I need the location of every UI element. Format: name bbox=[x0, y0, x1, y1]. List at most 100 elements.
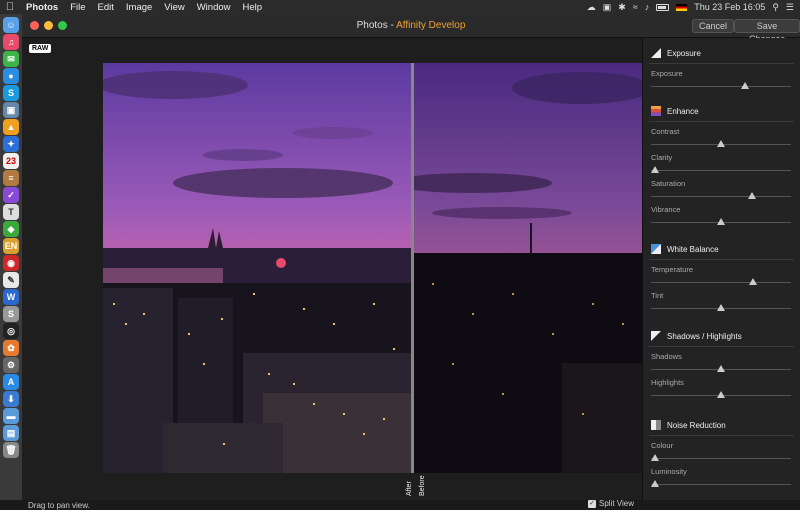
menu-edit[interactable]: Edit bbox=[92, 2, 120, 13]
display-icon[interactable]: ▣ bbox=[603, 2, 612, 13]
slider-thumb[interactable] bbox=[651, 480, 659, 487]
photos-window: Photos - Affinity Develop Cancel Save Ch… bbox=[22, 14, 800, 510]
save-changes-button[interactable]: Save Changes bbox=[734, 19, 800, 44]
split-labels: After Before bbox=[402, 460, 428, 500]
menu-app-name[interactable]: Photos bbox=[20, 2, 64, 13]
section-shadows-highlights[interactable]: Shadows / Highlights bbox=[651, 331, 742, 341]
cancel-button[interactable]: Cancel bbox=[692, 19, 735, 33]
vlc-dock-icon[interactable]: ▲ bbox=[3, 119, 19, 135]
slider-label: Colour bbox=[651, 441, 674, 450]
pages-dock-icon[interactable]: ✎ bbox=[3, 272, 19, 288]
spotlight-search-icon[interactable]: ⚲ bbox=[772, 2, 779, 13]
photos-dock-icon[interactable]: ✿ bbox=[3, 340, 19, 356]
slider-label: Luminosity bbox=[651, 467, 687, 476]
input-source-flag-icon[interactable] bbox=[676, 3, 688, 11]
status-hint: Drag to pan view. bbox=[28, 501, 90, 510]
slider-thumb[interactable] bbox=[749, 278, 758, 285]
notes-dock-icon[interactable]: ≡ bbox=[3, 170, 19, 186]
section-divider bbox=[649, 121, 794, 122]
slider-thumb[interactable] bbox=[717, 218, 725, 225]
slider-thumb[interactable] bbox=[717, 304, 725, 311]
photo-preview[interactable] bbox=[103, 63, 642, 473]
exposure-slider[interactable] bbox=[651, 82, 791, 90]
section-noise-reduction[interactable]: Noise Reduction bbox=[651, 420, 726, 430]
clock[interactable]: Thu 23 Feb 16:05 bbox=[694, 2, 765, 12]
menu-help[interactable]: Help bbox=[237, 2, 269, 13]
section-divider bbox=[649, 259, 794, 260]
slider-thumb[interactable] bbox=[740, 82, 749, 89]
contrast-slider[interactable] bbox=[651, 140, 791, 148]
shadows-slider[interactable] bbox=[651, 365, 791, 373]
slider-thumb[interactable] bbox=[717, 365, 725, 372]
raw-badge: RAW bbox=[29, 44, 52, 53]
section-divider bbox=[649, 346, 794, 347]
section-white-balance[interactable]: White Balance bbox=[651, 244, 719, 254]
app-store-dock-icon[interactable]: A bbox=[3, 374, 19, 390]
menu-window[interactable]: Window bbox=[191, 2, 237, 13]
slider-thumb[interactable] bbox=[747, 192, 756, 199]
shadows-highlights-icon bbox=[651, 331, 661, 341]
slider-label: Highlights bbox=[651, 378, 684, 387]
slider-thumb[interactable] bbox=[717, 391, 725, 398]
after-label: After bbox=[406, 481, 413, 496]
section-enhance[interactable]: Enhance bbox=[651, 106, 699, 116]
slider-label: Shadows bbox=[651, 352, 682, 361]
skype-dock-icon[interactable]: S bbox=[3, 85, 19, 101]
documents-dock-icon[interactable]: ▤ bbox=[3, 425, 19, 441]
clarity-slider[interactable] bbox=[651, 166, 791, 174]
before-image bbox=[412, 63, 642, 473]
word-dock-icon[interactable]: W bbox=[3, 289, 19, 305]
notification-center-icon[interactable]: ☰ bbox=[786, 2, 794, 13]
bluetooth-icon[interactable]: ✱ bbox=[618, 2, 626, 13]
temperature-slider[interactable] bbox=[651, 278, 791, 286]
trash-dock-icon[interactable]: 🗑 bbox=[3, 442, 19, 458]
menu-bar:  Photos File Edit Image View Window Hel… bbox=[0, 0, 800, 14]
dictionary-dock-icon[interactable]: EN bbox=[3, 238, 19, 254]
wifi-icon[interactable]: ≈ bbox=[633, 2, 638, 12]
camera-dock-icon[interactable]: ◎ bbox=[3, 323, 19, 339]
colour-noise-slider[interactable] bbox=[651, 454, 791, 462]
saturation-slider[interactable] bbox=[651, 192, 791, 200]
preview-dock-icon[interactable]: ▣ bbox=[3, 102, 19, 118]
apple-menu-icon[interactable]:  bbox=[0, 1, 20, 13]
creative-cloud-icon[interactable]: ☁ bbox=[587, 2, 596, 13]
section-exposure[interactable]: Exposure bbox=[651, 48, 701, 58]
slider-label: Saturation bbox=[651, 179, 686, 188]
calendar-dock-icon[interactable]: 23 bbox=[3, 153, 19, 169]
messenger-dock-icon[interactable]: ● bbox=[3, 68, 19, 84]
slider-thumb[interactable] bbox=[717, 140, 725, 147]
split-divider[interactable] bbox=[411, 63, 414, 473]
safari-dock-icon[interactable]: ✦ bbox=[3, 136, 19, 152]
luminosity-noise-slider[interactable] bbox=[651, 480, 791, 488]
slider-label: Vibrance bbox=[651, 205, 681, 214]
menu-image[interactable]: Image bbox=[120, 2, 158, 13]
photo-canvas[interactable]: RAW After Before Drag to pan view. ✓ Spl… bbox=[22, 38, 642, 510]
downloads-dock-icon[interactable]: ⬇ bbox=[3, 391, 19, 407]
textedit-dock-icon[interactable]: T bbox=[3, 204, 19, 220]
volume-icon[interactable]: ♪ bbox=[645, 2, 650, 12]
highlights-slider[interactable] bbox=[651, 391, 791, 399]
battery-icon[interactable] bbox=[656, 3, 670, 11]
vibrance-slider[interactable] bbox=[651, 218, 791, 226]
folder-dock-icon[interactable]: ▬ bbox=[3, 408, 19, 424]
slider-thumb[interactable] bbox=[651, 454, 659, 461]
slider-thumb[interactable] bbox=[651, 166, 659, 173]
split-view-checkbox[interactable]: ✓ bbox=[588, 499, 596, 508]
sublime-dock-icon[interactable]: S bbox=[3, 306, 19, 322]
itunes-dock-icon[interactable]: ♫ bbox=[3, 34, 19, 50]
menu-view[interactable]: View bbox=[158, 2, 190, 13]
system-preferences-dock-icon[interactable]: ⚙ bbox=[3, 357, 19, 373]
omnifocus-dock-icon[interactable]: ✓ bbox=[3, 187, 19, 203]
slider-label: Contrast bbox=[651, 127, 680, 136]
messages-dock-icon[interactable]: ✉ bbox=[3, 51, 19, 67]
window-title-prefix: Photos - bbox=[356, 20, 397, 31]
menu-file[interactable]: File bbox=[64, 2, 91, 13]
split-view-toggle[interactable]: ✓ Split View bbox=[588, 499, 634, 508]
slider-label: Tint bbox=[651, 291, 664, 300]
finder-dock-icon[interactable]: ☺ bbox=[3, 17, 19, 33]
app-dock-icon[interactable]: ◉ bbox=[3, 255, 19, 271]
evernote-dock-icon[interactable]: ◆ bbox=[3, 221, 19, 237]
tint-slider[interactable] bbox=[651, 304, 791, 312]
slider-label: Clarity bbox=[651, 153, 673, 162]
section-title: Shadows / Highlights bbox=[667, 331, 742, 341]
